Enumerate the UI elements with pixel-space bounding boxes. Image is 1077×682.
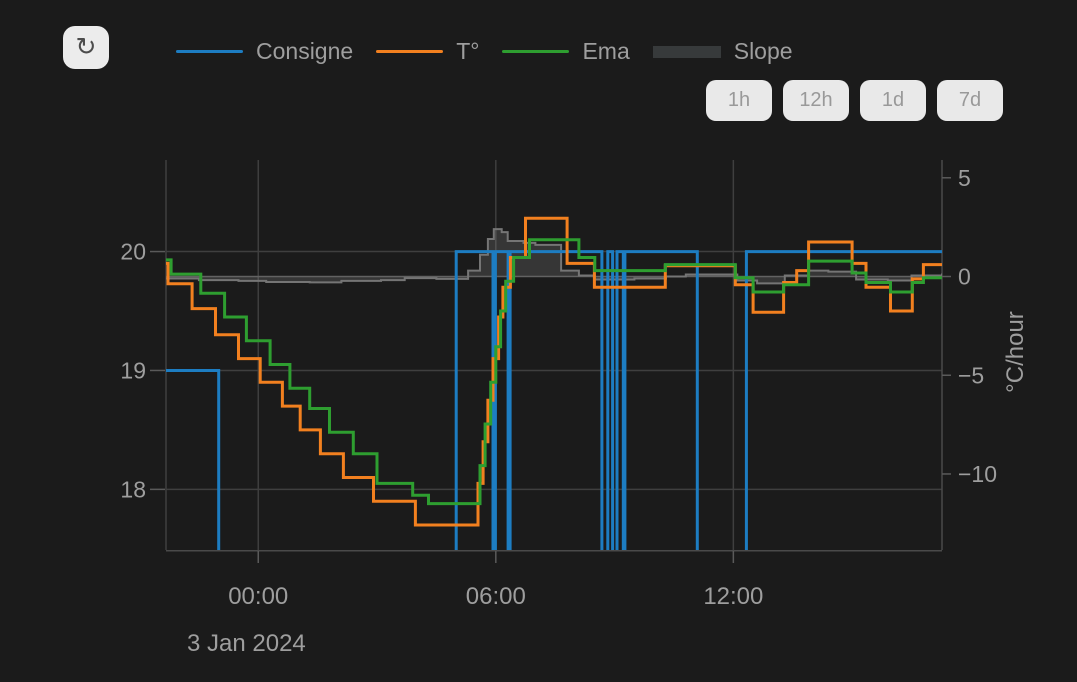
svg-text:06:00: 06:00 [466,583,526,610]
svg-text:0: 0 [958,264,971,290]
right-axis-title: °C/hour [1002,311,1029,393]
svg-text:−10: −10 [958,461,997,487]
svg-text:00:00: 00:00 [228,583,288,610]
svg-text:12:00: 12:00 [703,583,763,610]
date-label: 3 Jan 2024 [187,630,306,657]
temperature-chart-card: ↻ Consigne T° Ema Slope 1h 12h 1d 7d 201… [0,0,1077,682]
svg-text:20: 20 [120,239,146,265]
svg-text:−5: −5 [958,362,984,388]
svg-text:19: 19 [120,358,146,384]
svg-text:18: 18 [120,476,146,502]
chart-plot-area[interactable]: 20 19 18 5 0 −5 −10 00:00 06:00 12:00 3 Jan 2024 °C… [0,0,1077,682]
svg-text:5: 5 [958,165,971,191]
